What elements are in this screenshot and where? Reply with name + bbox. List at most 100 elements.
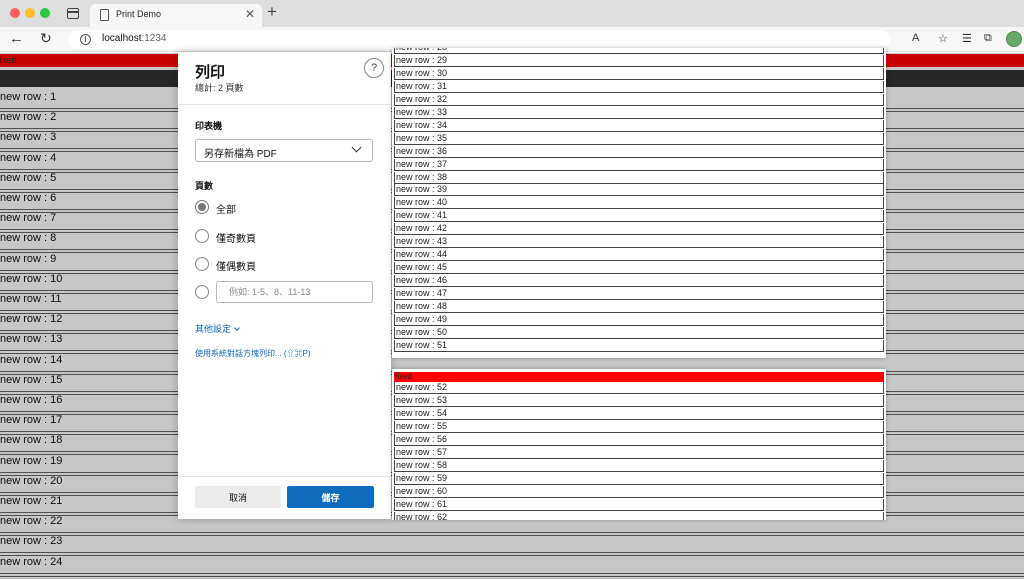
maximize-window-button[interactable] xyxy=(40,8,50,18)
radio-odd-label: 僅奇數頁 xyxy=(216,234,256,245)
preview-row-label: new row : 37 xyxy=(396,158,448,169)
back-arrow-icon[interactable]: ← xyxy=(9,30,24,47)
preview-row: new row : 28 xyxy=(394,48,884,54)
preview-row-label: new row : 54 xyxy=(396,407,448,418)
preview-row: new row : 45 xyxy=(394,262,884,275)
tab-title: Print Demo xyxy=(116,9,162,19)
radio-all-label: 全部 xyxy=(216,205,236,216)
preview-row: new row : 61 xyxy=(394,498,884,511)
cancel-button[interactable]: 取消 xyxy=(195,486,281,508)
preview-row: new row : 30 xyxy=(394,67,884,80)
preview-row: new row : 34 xyxy=(394,119,884,132)
preview-row: new row : 48 xyxy=(394,301,884,313)
preview-row-label: new row : 46 xyxy=(396,275,448,286)
preview-row: new row : 54 xyxy=(394,407,884,420)
close-tab-icon[interactable]: ✕ xyxy=(245,7,255,21)
preview-row-label: new row : 62 xyxy=(396,511,448,521)
preview-row-label: new row : 34 xyxy=(396,119,448,130)
dialog-title: 列印 xyxy=(195,64,226,81)
collections-icon[interactable]: ⧉ xyxy=(984,32,992,45)
profile-avatar[interactable] xyxy=(1006,31,1022,47)
preview-row: new row : 59 xyxy=(394,472,884,485)
preview-row-label: new row : 39 xyxy=(396,184,448,195)
preview-row-label: new row : 59 xyxy=(396,472,448,483)
preview-row: new row : 62 xyxy=(394,511,884,521)
page-total: 總計: 2 頁數 xyxy=(195,83,244,93)
printer-value: 另存新檔為 PDF xyxy=(204,149,277,160)
preview-row-label: new row : 45 xyxy=(396,262,448,273)
save-button[interactable]: 儲存 xyxy=(287,486,374,508)
preview-row: new row : 49 xyxy=(394,313,884,326)
preview-row-label: new row : 31 xyxy=(396,80,448,91)
preview-row: new row : 33 xyxy=(394,106,884,119)
reload-icon[interactable]: ↻ xyxy=(40,30,52,47)
document-icon xyxy=(100,9,109,21)
preview-page-1[interactable]: new row : 28new row : 29 new row : 30 new … xyxy=(392,48,886,358)
close-window-button[interactable] xyxy=(10,8,20,18)
system-dialog-link[interactable]: 使用系統對話方塊列印... (⇧⌘P) xyxy=(195,348,311,359)
preview-row: new row : 39 xyxy=(394,184,884,197)
preview-row-label: new row : 48 xyxy=(396,301,448,311)
preview-row-label: new row : 29 xyxy=(396,54,448,65)
preview-row-label: new row : 41 xyxy=(396,210,448,221)
preview-row-label: new row : 57 xyxy=(396,446,448,457)
radio-even-pages[interactable] xyxy=(195,257,209,271)
preview-row: new row : 29 xyxy=(394,54,884,67)
tab-actions-icon[interactable] xyxy=(67,8,79,19)
preview-row-label: new row : 32 xyxy=(396,93,448,104)
preview-row-label: new row : 42 xyxy=(396,223,448,234)
footer-divider xyxy=(178,476,391,477)
preview-row-label: new row : 50 xyxy=(396,326,448,337)
preview-row-label: new row : 40 xyxy=(396,197,448,208)
url-field[interactable]: i localhost:1234 xyxy=(68,30,890,49)
read-aloud-icon[interactable]: A xyxy=(912,32,919,44)
radio-even-label: 僅偶數頁 xyxy=(216,262,256,273)
tab-bar: Print Demo ✕ + xyxy=(0,0,1024,27)
preview-page-2[interactable]: fixed new row : 52 new row : 53 new row : … xyxy=(392,369,886,520)
preview-row-label: new row : 53 xyxy=(396,394,448,405)
minimize-window-button[interactable] xyxy=(25,8,35,18)
preview-row-label: new row : 43 xyxy=(396,236,448,247)
new-tab-icon[interactable]: + xyxy=(267,2,277,22)
more-settings-link[interactable]: 其他設定 xyxy=(195,322,240,335)
preview-row: new row : 36 xyxy=(394,145,884,158)
preview-row: new row : 57 xyxy=(394,446,884,459)
preview-row: new row : 42 xyxy=(394,223,884,236)
printer-select[interactable]: 另存新檔為 PDF xyxy=(195,139,373,162)
radio-all-pages[interactable] xyxy=(195,200,209,214)
print-dialog: 列印 總計: 2 頁數 ? 印表機 另存新檔為 PDF 頁數 全部 僅奇數頁 僅… xyxy=(178,52,391,519)
preview-row: new row : 56 xyxy=(394,433,884,446)
preview-row: new row : 50 xyxy=(394,326,884,339)
preview-row-label: new row : 33 xyxy=(396,106,448,117)
preview-row: new row : 35 xyxy=(394,132,884,145)
preview-row-label: new row : 38 xyxy=(396,171,448,182)
radio-odd-pages[interactable] xyxy=(195,229,209,243)
preview-row-label: new row : 51 xyxy=(396,339,448,350)
favorites-icon[interactable]: ☰ xyxy=(962,32,972,45)
page-range-input[interactable] xyxy=(216,281,373,303)
preview-row: new row : 55 xyxy=(394,420,884,433)
preview-row-label: new row : 55 xyxy=(396,420,448,431)
preview-row-label: new row : 58 xyxy=(396,459,448,470)
browser-tab[interactable]: Print Demo ✕ xyxy=(90,4,262,27)
chevron-down-icon xyxy=(351,142,362,153)
site-info-icon[interactable]: i xyxy=(80,34,91,45)
add-favorite-icon[interactable]: ☆ xyxy=(938,32,948,45)
preview-row-label: new row : 47 xyxy=(396,288,448,299)
preview-row-label: new row : 61 xyxy=(396,498,448,509)
printer-label: 印表機 xyxy=(195,121,223,131)
help-button[interactable]: ? xyxy=(364,58,384,78)
preview-fixed-bar: fixed xyxy=(394,372,884,382)
preview-row: new row : 53 xyxy=(394,394,884,407)
preview-row-label: new row : 52 xyxy=(396,382,448,392)
preview-row-label: new row : 30 xyxy=(396,67,448,78)
preview-row: new row : 51 xyxy=(394,339,884,352)
radio-custom-range[interactable] xyxy=(195,285,209,299)
preview-row: new row : 38 xyxy=(394,171,884,184)
preview-row: new row : 43 xyxy=(394,236,884,249)
preview-row: new row : 46 xyxy=(394,275,884,288)
divider xyxy=(178,104,391,105)
preview-row-label: new row : 35 xyxy=(396,132,448,143)
preview-fixed-label: fixed xyxy=(395,372,412,381)
preview-row-label: new row : 44 xyxy=(396,249,448,260)
